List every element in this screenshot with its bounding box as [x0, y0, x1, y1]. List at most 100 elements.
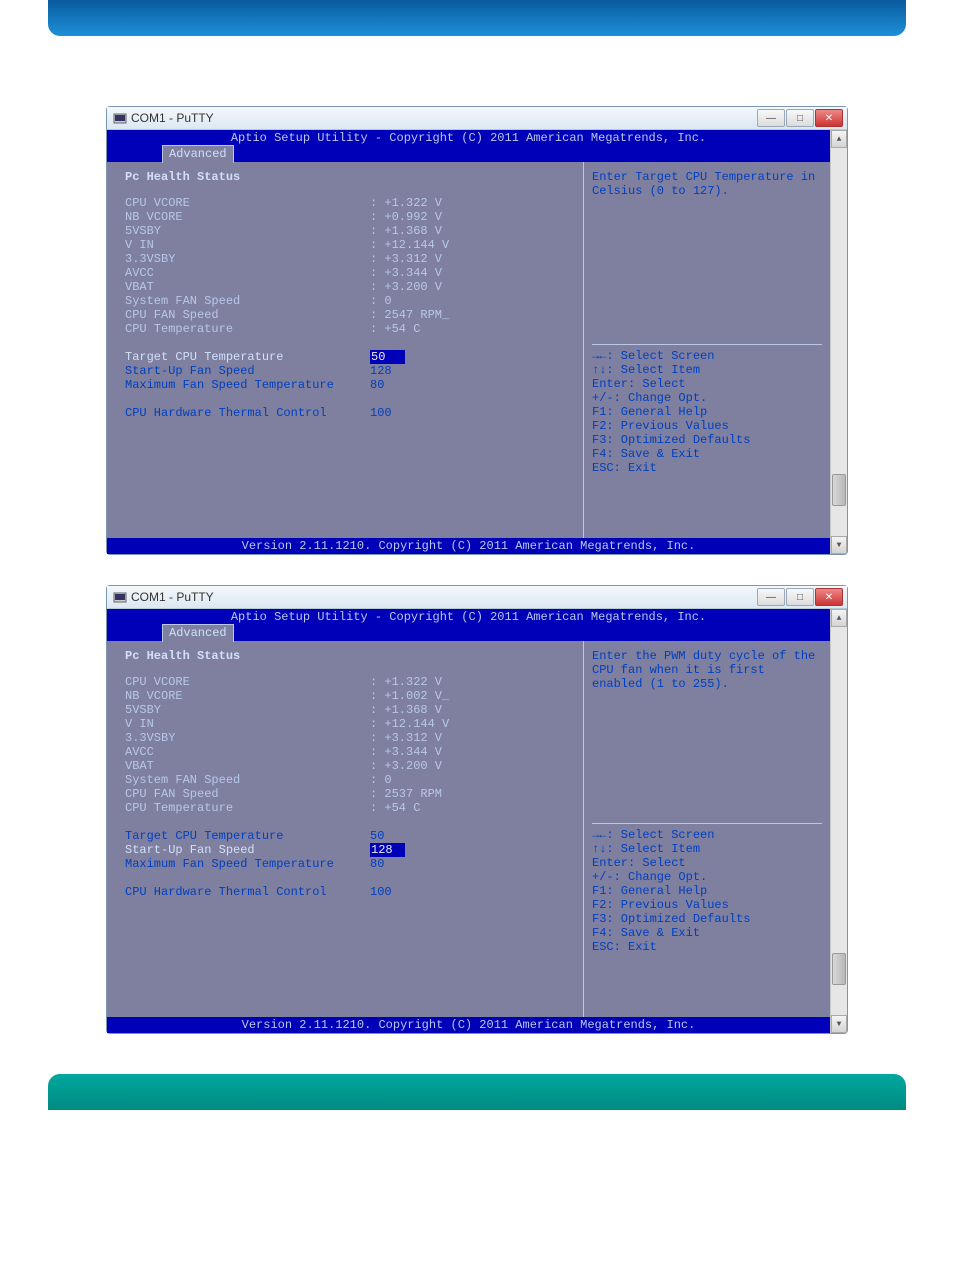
bios-right-panel: Enter the PWM duty cycle of the CPU fan … [583, 641, 830, 1017]
window-titlebar[interactable]: COM1 - PuTTY — □ ✕ [107, 586, 847, 609]
setting-value[interactable]: 100 [370, 406, 575, 420]
bios-right-panel: Enter Target CPU Temperature in Celsius … [583, 162, 830, 538]
tab-advanced[interactable]: Advanced [162, 145, 234, 163]
reading-value: : 0 [370, 294, 575, 308]
nav-hint: F2: Previous Values [592, 898, 822, 912]
reading-value: : +0.992 V [370, 210, 575, 224]
reading-label: CPU VCORE [125, 196, 370, 210]
scroll-track[interactable] [831, 627, 847, 1015]
setting-cpu-thermal-control[interactable]: CPU Hardware Thermal Control [125, 406, 370, 420]
putty-icon [113, 111, 127, 125]
bios-tab-row: Advanced [107, 624, 830, 641]
scroll-thumb[interactable] [832, 474, 846, 506]
setting-value-selected[interactable]: 50 [370, 350, 405, 364]
nav-hint: +/-: Change Opt. [592, 391, 822, 405]
top-banner [48, 0, 906, 36]
scroll-track[interactable] [831, 148, 847, 536]
setting-value-selected[interactable]: 128 [370, 843, 405, 857]
reading-value: : +3.200 V [370, 280, 575, 294]
nav-hint: →←: Select Screen [592, 349, 822, 363]
minimize-button[interactable]: — [757, 109, 785, 127]
reading-value: : 2547 RPM_ [370, 308, 575, 322]
setting-value[interactable]: 80 [370, 378, 575, 392]
nav-hint: +/-: Change Opt. [592, 870, 822, 884]
bios-header: Aptio Setup Utility - Copyright (C) 2011… [107, 130, 830, 145]
putty-window-1: COM1 - PuTTY — □ ✕ Aptio Setup Utility -… [106, 106, 848, 555]
nav-hint: ↑↓: Select Item [592, 363, 822, 377]
section-title: Pc Health Status [125, 170, 575, 184]
reading-value: : +54 C [370, 322, 575, 336]
bios-footer: Version 2.11.1210. Copyright (C) 2011 Am… [107, 1017, 830, 1033]
nav-hints: →←: Select Screen ↑↓: Select Item Enter:… [592, 344, 822, 475]
window-controls: — □ ✕ [757, 588, 843, 606]
nav-hint: F3: Optimized Defaults [592, 433, 822, 447]
maximize-button[interactable]: □ [786, 109, 814, 127]
reading-value: : 2537 RPM [370, 787, 575, 801]
scroll-thumb[interactable] [832, 953, 846, 985]
reading-label: AVCC [125, 266, 370, 280]
putty-window-2: COM1 - PuTTY — □ ✕ Aptio Setup Utility -… [106, 585, 848, 1034]
reading-value: : +3.344 V [370, 266, 575, 280]
reading-label: CPU Temperature [125, 322, 370, 336]
reading-value: : +3.344 V [370, 745, 575, 759]
bios-tab-row: Advanced [107, 145, 830, 162]
setting-cpu-thermal-control[interactable]: CPU Hardware Thermal Control [125, 885, 370, 899]
setting-start-up-fan-speed[interactable]: Start-Up Fan Speed [125, 364, 370, 378]
scrollbar[interactable]: ▲ ▼ [830, 609, 847, 1033]
reading-value: : +3.312 V [370, 252, 575, 266]
close-button[interactable]: ✕ [815, 588, 843, 606]
setting-value[interactable]: 100 [370, 885, 575, 899]
reading-value: : +1.368 V [370, 224, 575, 238]
reading-value: : +3.312 V [370, 731, 575, 745]
reading-label: 5VSBY [125, 224, 370, 238]
reading-value: : +1.002 V_ [370, 689, 575, 703]
bios-left-panel: Pc Health Status CPU VCORE: +1.322 V NB … [107, 641, 583, 1017]
close-button[interactable]: ✕ [815, 109, 843, 127]
nav-hint: ESC: Exit [592, 940, 822, 954]
reading-label: System FAN Speed [125, 294, 370, 308]
nav-hint: F4: Save & Exit [592, 447, 822, 461]
bios-left-panel: Pc Health Status CPU VCORE: +1.322 V NB … [107, 162, 583, 538]
reading-value: : +3.200 V [370, 759, 575, 773]
help-text: Enter Target CPU Temperature in Celsius … [592, 170, 822, 340]
putty-icon [113, 590, 127, 604]
reading-label: V IN [125, 717, 370, 731]
terminal-content[interactable]: Aptio Setup Utility - Copyright (C) 2011… [107, 609, 830, 1033]
window-title: COM1 - PuTTY [131, 111, 757, 125]
reading-label: VBAT [125, 759, 370, 773]
scrollbar[interactable]: ▲ ▼ [830, 130, 847, 554]
window-titlebar[interactable]: COM1 - PuTTY — □ ✕ [107, 107, 847, 130]
reading-label: VBAT [125, 280, 370, 294]
reading-label: 5VSBY [125, 703, 370, 717]
setting-value[interactable]: 128 [370, 364, 575, 378]
reading-label: CPU VCORE [125, 675, 370, 689]
setting-target-cpu-temp-selected[interactable]: Target CPU Temperature [125, 350, 370, 364]
window-controls: — □ ✕ [757, 109, 843, 127]
terminal-content[interactable]: Aptio Setup Utility - Copyright (C) 2011… [107, 130, 830, 554]
nav-hints: →←: Select Screen ↑↓: Select Item Enter:… [592, 823, 822, 954]
maximize-button[interactable]: □ [786, 588, 814, 606]
reading-value: : +1.368 V [370, 703, 575, 717]
reading-label: 3.3VSBY [125, 731, 370, 745]
nav-hint: →←: Select Screen [592, 828, 822, 842]
setting-value[interactable]: 80 [370, 857, 575, 871]
reading-value: : +12.144 V [370, 238, 575, 252]
minimize-button[interactable]: — [757, 588, 785, 606]
nav-hint: ESC: Exit [592, 461, 822, 475]
reading-label: AVCC [125, 745, 370, 759]
tab-advanced[interactable]: Advanced [162, 624, 234, 642]
reading-value: : +54 C [370, 801, 575, 815]
setting-max-fan-speed-temp[interactable]: Maximum Fan Speed Temperature [125, 857, 370, 871]
setting-max-fan-speed-temp[interactable]: Maximum Fan Speed Temperature [125, 378, 370, 392]
nav-hint: Enter: Select [592, 377, 822, 391]
setting-target-cpu-temp[interactable]: Target CPU Temperature [125, 829, 370, 843]
scroll-up-icon[interactable]: ▲ [831, 609, 847, 627]
scroll-down-icon[interactable]: ▼ [831, 536, 847, 554]
nav-hint: F1: General Help [592, 884, 822, 898]
setting-value[interactable]: 50 [370, 829, 575, 843]
reading-label: CPU FAN Speed [125, 787, 370, 801]
setting-start-up-fan-speed-selected[interactable]: Start-Up Fan Speed [125, 843, 370, 857]
scroll-up-icon[interactable]: ▲ [831, 130, 847, 148]
scroll-down-icon[interactable]: ▼ [831, 1015, 847, 1033]
reading-label: System FAN Speed [125, 773, 370, 787]
